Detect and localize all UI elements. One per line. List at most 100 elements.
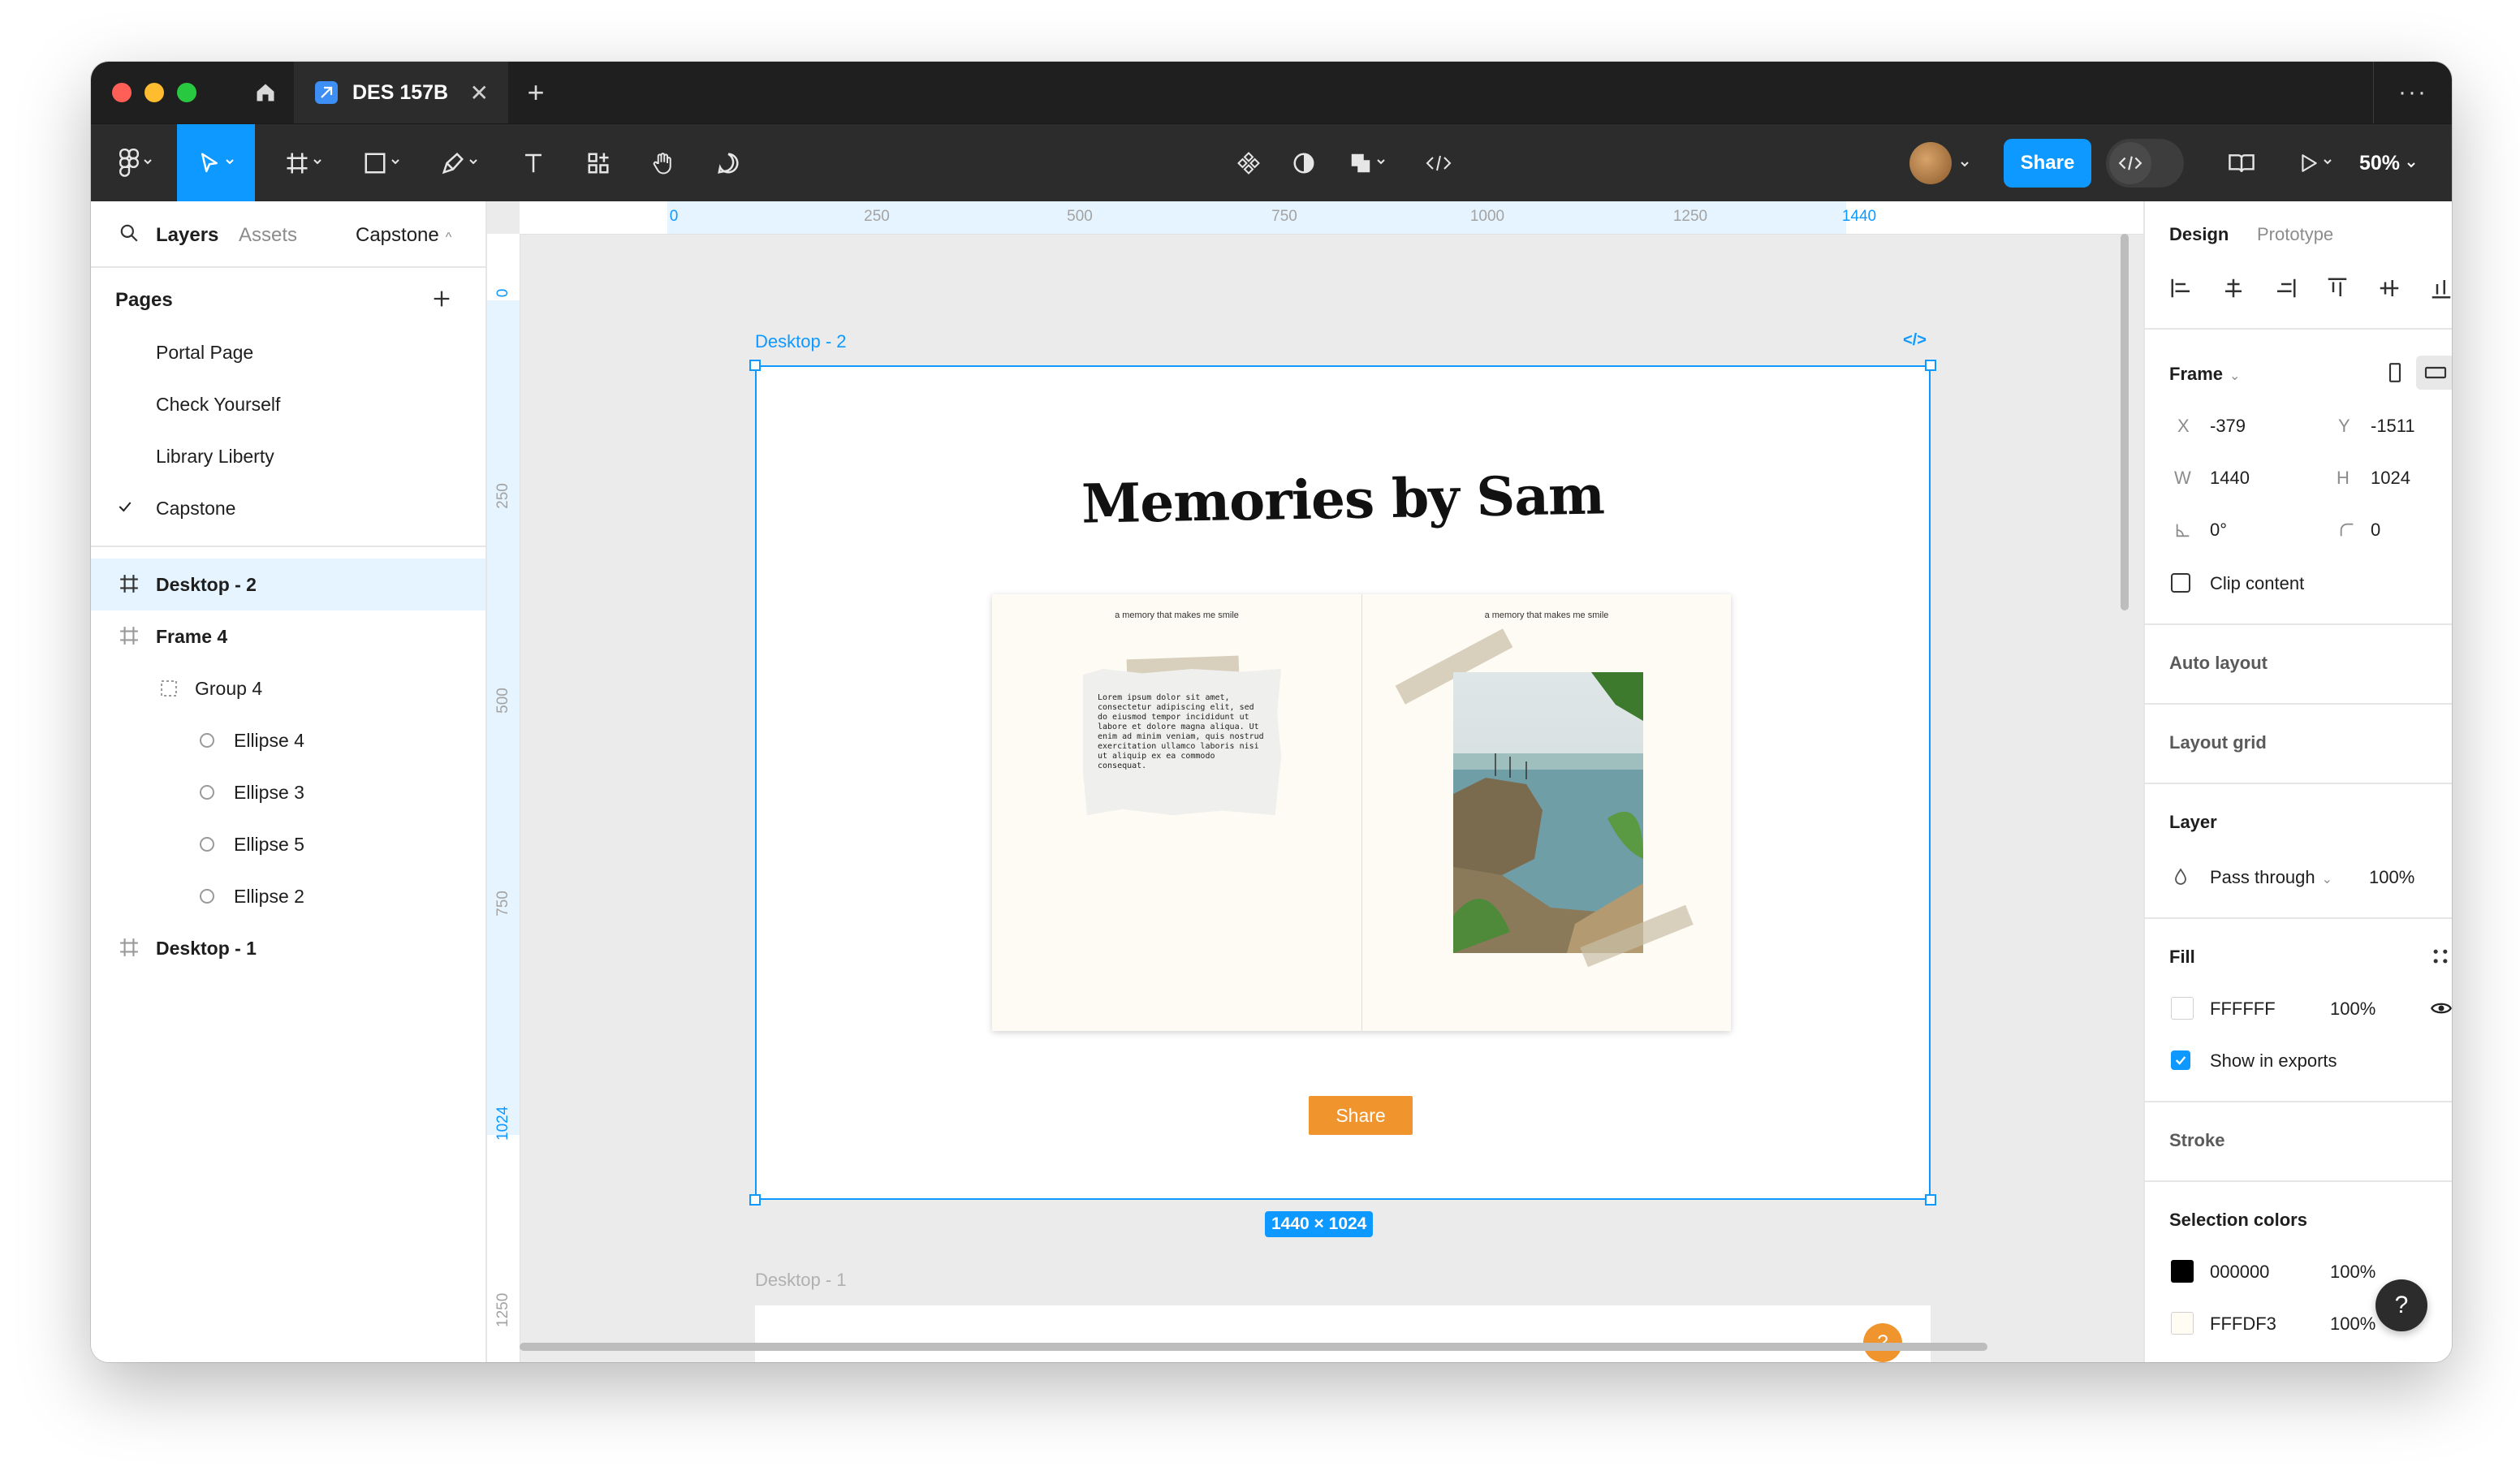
resize-handle[interactable] <box>1925 1194 1936 1206</box>
zoom-control[interactable]: 50% <box>2359 124 2416 202</box>
layer-ellipse-2[interactable]: Ellipse 2 <box>91 870 485 922</box>
page-switcher[interactable]: Capstone ^ <box>356 224 451 247</box>
close-window-button[interactable] <box>112 83 132 102</box>
tab-layers[interactable]: Layers <box>156 224 218 247</box>
align-horizontal-center-icon[interactable] <box>2221 276 2246 304</box>
horizontal-scrollbar[interactable] <box>520 1343 1987 1351</box>
y-input[interactable]: -1511 <box>2371 416 2415 437</box>
fill-opacity-input[interactable]: 100% <box>2330 999 2375 1020</box>
frame-code-icon[interactable]: </> <box>1903 331 1927 350</box>
add-page-icon[interactable] <box>430 287 453 314</box>
align-vertical-center-icon[interactable] <box>2377 276 2401 304</box>
hand-tool-button[interactable] <box>635 124 692 202</box>
tab-prototype[interactable]: Prototype <box>2257 224 2333 245</box>
landscape-orientation-icon[interactable] <box>2416 356 2452 390</box>
selection-color-swatch-cream[interactable] <box>2171 1312 2194 1335</box>
selection-color-hex[interactable]: 000000 <box>2210 1262 2269 1283</box>
resize-handle[interactable] <box>749 1194 761 1206</box>
align-top-icon[interactable] <box>2325 276 2350 304</box>
align-right-icon[interactable] <box>2273 276 2298 304</box>
height-input[interactable]: 1024 <box>2371 468 2410 489</box>
page-item-capstone[interactable]: Capstone <box>91 482 485 534</box>
align-left-icon[interactable] <box>2169 276 2194 304</box>
resize-handle[interactable] <box>1925 360 1936 371</box>
fill-color-swatch[interactable] <box>2171 997 2194 1020</box>
design-canvas[interactable]: 0 250 500 750 1000 1250 1440 0 250 500 7… <box>487 201 2143 1362</box>
help-button[interactable]: ? <box>2375 1279 2427 1331</box>
library-button[interactable] <box>2213 124 2270 202</box>
close-tab-icon[interactable]: ✕ <box>470 80 489 106</box>
x-input[interactable]: -379 <box>2210 416 2246 437</box>
portrait-orientation-icon[interactable] <box>2385 360 2405 389</box>
tab-assets[interactable]: Assets <box>239 224 297 247</box>
blend-mode-select[interactable]: Pass through ⌄ <box>2210 867 2332 888</box>
chevron-down-icon <box>143 156 153 170</box>
home-button[interactable] <box>237 62 294 123</box>
shape-tool-button[interactable] <box>349 124 414 202</box>
search-icon[interactable] <box>119 222 140 248</box>
rotation-input[interactable]: 0° <box>2210 520 2227 541</box>
layer-desktop-2[interactable]: Desktop - 2 <box>91 559 485 610</box>
new-tab-button[interactable]: + <box>511 62 560 123</box>
present-button[interactable] <box>2283 124 2348 202</box>
ruler-tick-label: 750 <box>494 891 511 917</box>
tab-design[interactable]: Design <box>2169 224 2229 245</box>
mask-button[interactable] <box>1278 124 1330 202</box>
h-label: H <box>2337 468 2350 488</box>
pen-tool-button[interactable] <box>427 124 492 202</box>
file-tab[interactable]: DES 157B ✕ <box>294 62 508 123</box>
share-button[interactable]: Share <box>2004 139 2091 188</box>
width-input[interactable]: 1440 <box>2210 468 2250 489</box>
resize-handle[interactable] <box>749 360 761 371</box>
selection-color-opacity[interactable]: 100% <box>2330 1314 2375 1335</box>
layer-frame-4[interactable]: Frame 4 <box>91 610 485 662</box>
frame-label-desktop-2[interactable]: Desktop - 2 <box>755 331 847 352</box>
maximize-window-button[interactable] <box>177 83 196 102</box>
layer-desktop-1[interactable]: Desktop - 1 <box>91 922 485 974</box>
page-item-check-yourself[interactable]: Check Yourself <box>91 378 485 430</box>
fill-visibility-eye-icon[interactable] <box>2429 997 2452 1024</box>
layer-group-4[interactable]: Group 4 <box>91 662 485 714</box>
toolbar: Share 50% <box>91 123 2452 202</box>
minimize-window-button[interactable] <box>145 83 164 102</box>
components-grid-icon <box>588 153 609 174</box>
design-panel: Design Prototype Frame ⌄ X -379 Y -1511 W… <box>2143 201 2452 1362</box>
layer-ellipse-4[interactable]: Ellipse 4 <box>91 714 485 766</box>
show-in-exports-checkbox[interactable] <box>2171 1050 2190 1070</box>
dev-mode-toggle[interactable] <box>2106 139 2184 188</box>
page-item-portal-page[interactable]: Portal Page <box>91 326 485 378</box>
frame-desktop-1[interactable] <box>755 1305 1931 1362</box>
more-options-button[interactable]: ··· <box>2373 62 2452 123</box>
corner-radius-input[interactable]: 0 <box>2371 520 2380 541</box>
align-bottom-icon[interactable] <box>2429 276 2452 304</box>
vertical-scrollbar[interactable] <box>2121 234 2129 610</box>
layer-opacity-input[interactable]: 100% <box>2369 867 2414 888</box>
frame-tool-button[interactable] <box>271 124 336 202</box>
create-component-button[interactable] <box>1223 124 1275 202</box>
user-avatar[interactable] <box>1909 142 1952 184</box>
resources-button[interactable] <box>570 124 627 202</box>
frame-section-header[interactable]: Frame ⌄ <box>2169 364 2240 385</box>
layer-ellipse-3[interactable]: Ellipse 3 <box>91 766 485 818</box>
main-menu-button[interactable] <box>107 124 164 202</box>
frame-label-desktop-1[interactable]: Desktop - 1 <box>755 1270 847 1291</box>
clip-content-checkbox[interactable] <box>2171 573 2190 593</box>
code-view-button[interactable] <box>1413 124 1465 202</box>
page-item-library-liberty[interactable]: Library Liberty <box>91 430 485 482</box>
fill-section-header: Fill <box>2169 947 2195 967</box>
w-label: W <box>2174 468 2191 488</box>
chevron-down-icon[interactable] <box>1960 158 1970 173</box>
fill-hex-input[interactable]: FFFFFF <box>2210 999 2276 1020</box>
ruler-tick-label: 500 <box>1067 208 1093 225</box>
rotation-icon <box>2174 521 2192 543</box>
comment-tool-button[interactable] <box>700 124 757 202</box>
selection-color-opacity[interactable]: 100% <box>2330 1262 2375 1283</box>
style-picker-icon[interactable] <box>2429 945 2452 972</box>
selection-color-hex[interactable]: FFFDF3 <box>2210 1314 2276 1335</box>
text-tool-button[interactable] <box>505 124 562 202</box>
selection-color-swatch-black[interactable] <box>2171 1260 2194 1283</box>
layer-ellipse-5[interactable]: Ellipse 5 <box>91 818 485 870</box>
ruler-tick-label: 1024 <box>494 1106 511 1141</box>
boolean-groups-button[interactable] <box>1335 124 1400 202</box>
move-tool-button[interactable] <box>177 124 255 202</box>
